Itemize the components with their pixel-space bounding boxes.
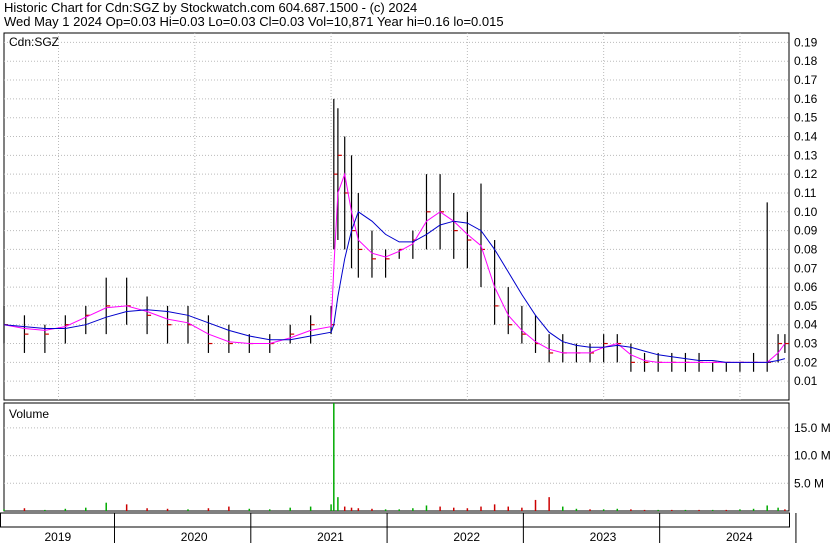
volume-panel-label: Volume [9, 407, 49, 421]
price-tick-label-11: 0.08 [794, 242, 818, 256]
price-tick-label-12: 0.07 [794, 261, 818, 275]
volume-tick-label-1: 10.0 M [794, 449, 830, 463]
volume-tick-label-2: 5.0 M [794, 476, 824, 490]
price-tick-label-7: 0.12 [794, 167, 818, 181]
price-panel-frame [3, 32, 790, 401]
price-volume-chart: 0.19 0.18 0.17 0.16 0.15 0.14 0.13 0.12 0.11 0.10… [0, 32, 830, 543]
volume-y-axis: 15.0 M 10.0 M 5.0 M [794, 421, 830, 490]
price-tick-label-13: 0.06 [794, 280, 818, 294]
time-axis: 2019 2020 2021 2022 2023 2024 [45, 513, 797, 543]
price-tick-label-2: 0.17 [794, 73, 818, 87]
price-tick-label-17: 0.02 [794, 355, 818, 369]
price-y-axis: 0.19 0.18 0.17 0.16 0.15 0.14 0.13 0.12 0.11 0.10… [794, 35, 818, 388]
chart-frame [0, 32, 790, 528]
price-grid [4, 33, 789, 484]
x-tick-label-2019: 2019 [45, 530, 72, 543]
x-tick-label-2022: 2022 [453, 530, 480, 543]
price-tick-label-15: 0.04 [794, 318, 818, 332]
price-tick-label-4: 0.15 [794, 111, 818, 125]
price-tick-label-8: 0.11 [794, 186, 817, 200]
price-tick-label-0: 0.19 [794, 35, 818, 49]
price-tick-label-9: 0.10 [794, 205, 818, 219]
price-tick-label-18: 0.01 [794, 374, 818, 388]
x-tick-label-2020: 2020 [181, 530, 208, 543]
price-bars [3, 98, 789, 372]
x-tick-label-2024: 2024 [726, 530, 753, 543]
x-tick-label-2023: 2023 [590, 530, 617, 543]
price-tick-label-16: 0.03 [794, 337, 818, 351]
price-tick-label-1: 0.18 [794, 54, 818, 68]
price-tick-label-6: 0.13 [794, 148, 818, 162]
price-tick-label-3: 0.16 [794, 92, 818, 106]
volume-panel-frame [3, 402, 790, 512]
price-panel-label: Cdn:SGZ [9, 35, 59, 49]
price-tick-label-10: 0.09 [794, 224, 818, 238]
price-tick-label-14: 0.05 [794, 299, 818, 313]
volume-tick-label-0: 15.0 M [794, 421, 830, 435]
time-axis-frame [0, 512, 790, 528]
volume-bars [3, 403, 786, 511]
x-tick-label-2021: 2021 [317, 530, 344, 543]
price-tick-label-5: 0.14 [794, 130, 818, 144]
